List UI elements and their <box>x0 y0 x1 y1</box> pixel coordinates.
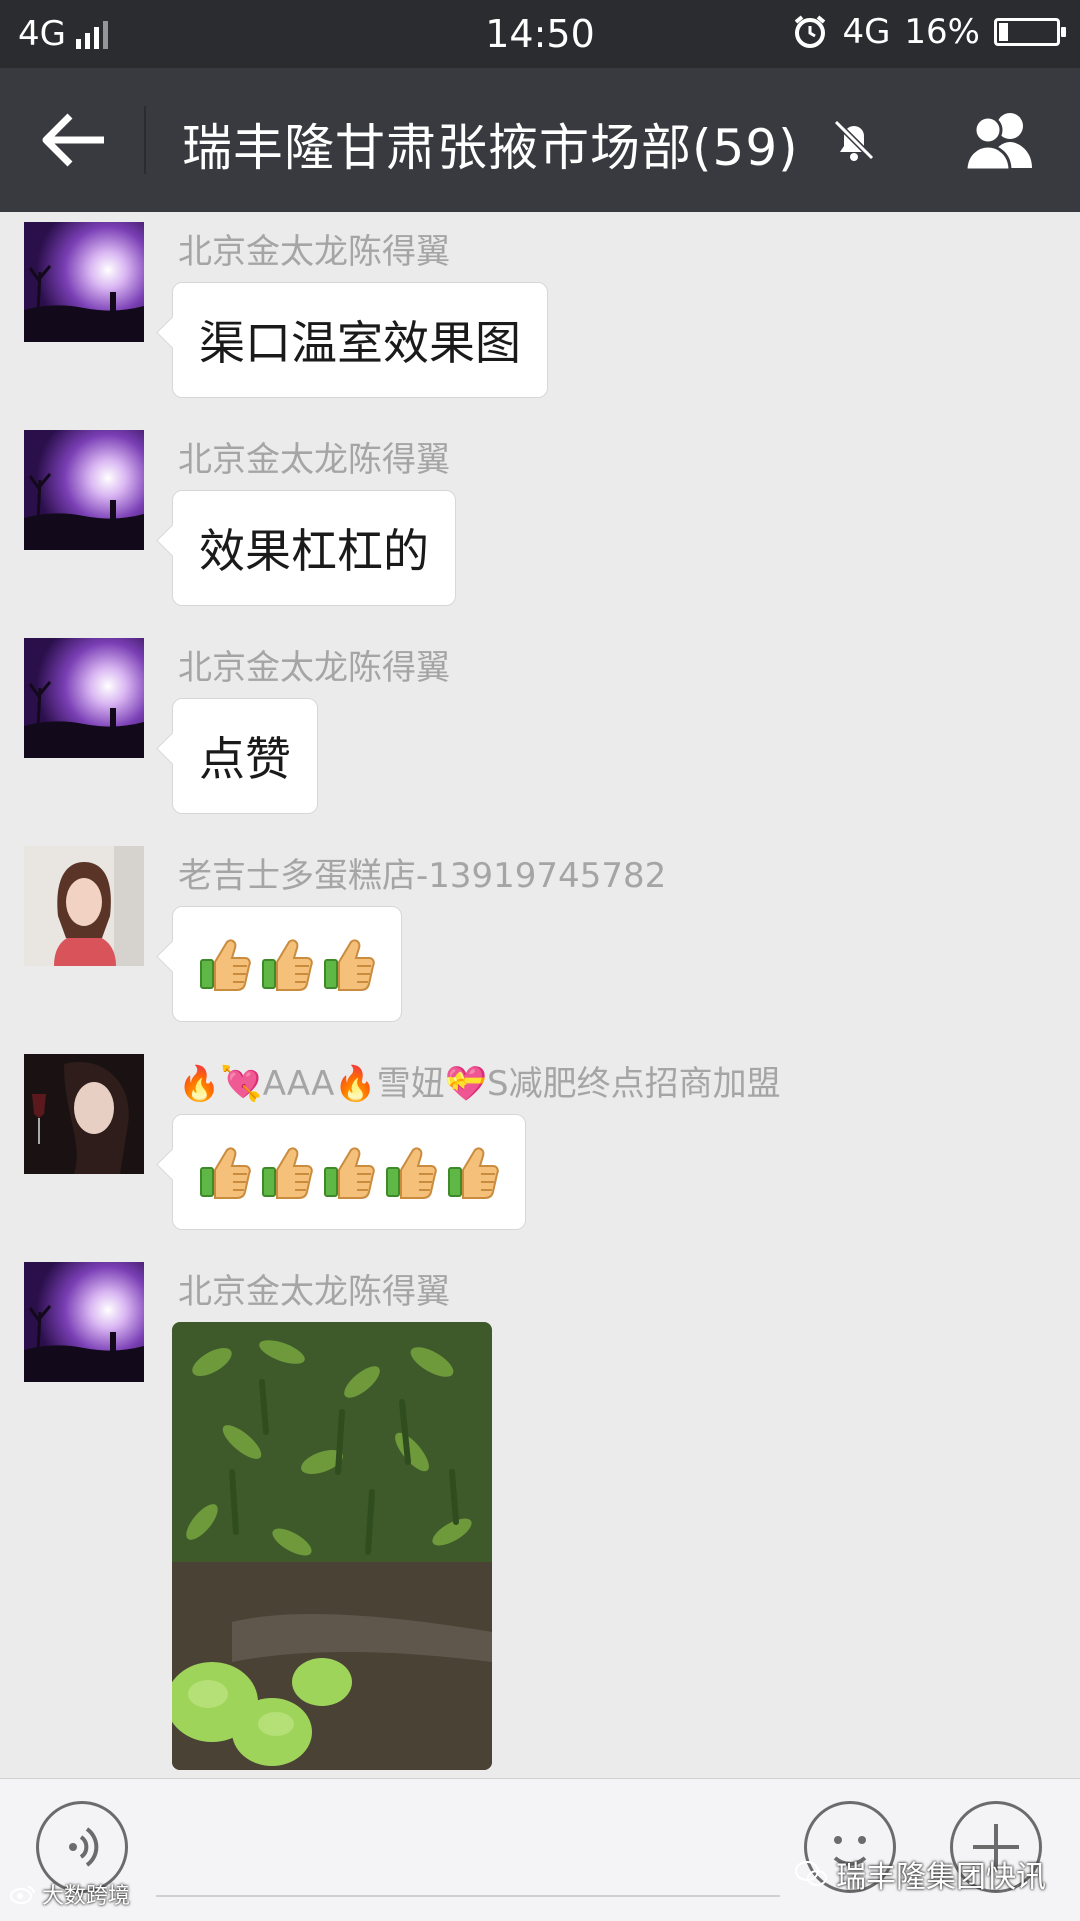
heart-arrow-emoji: 💘 <box>220 1064 263 1104</box>
gift-heart-emoji: 💝 <box>444 1064 488 1104</box>
woman-portrait-avatar[interactable] <box>24 846 144 966</box>
input-bar <box>0 1778 1080 1921</box>
watermark-left: 大数跨境 <box>10 1878 130 1910</box>
thumbs-up-row <box>199 936 375 992</box>
sender-name: 老吉士多蛋糕店-13919745782 <box>178 856 667 896</box>
sender-name: 北京金太龙陈得翼 <box>178 648 450 688</box>
message-bubble[interactable]: 渠口温室效果图 <box>172 282 548 398</box>
sender-name: 北京金太龙陈得翼 <box>178 232 450 272</box>
thumbs-up-icon <box>261 1144 313 1200</box>
message-bubble[interactable]: 效果杠杠的 <box>172 490 456 606</box>
watermark-left-text: 大数跨境 <box>42 1884 131 1909</box>
thumbs-up-icon <box>199 936 251 992</box>
thumbs-up-icon <box>261 936 313 992</box>
watermark-right: 瑞丰隆集团快讯 <box>794 1852 1046 1896</box>
network-label-right: 4G <box>842 12 891 52</box>
message-list[interactable]: 北京金太龙陈得翼 渠口温室效果图 北京金太龙陈得翼 效果杠杠的 北京金太龙陈得翼… <box>0 212 1080 1772</box>
thumbs-up-icon <box>385 1144 437 1200</box>
sender-name: 北京金太龙陈得翼 <box>178 440 450 480</box>
fire-emoji: 🔥 <box>178 1064 221 1104</box>
alarm-icon <box>795 15 826 48</box>
message-bubble[interactable] <box>172 906 402 1022</box>
sender-name: 北京金太龙陈得翼 <box>178 1272 450 1312</box>
message-bubble[interactable] <box>172 1114 526 1230</box>
weibo-logo-icon <box>10 1886 35 1904</box>
header-divider <box>144 106 146 174</box>
chat-header: 瑞丰隆甘肃张掖市场部(59) <box>0 68 1080 212</box>
message-input[interactable] <box>156 1895 780 1897</box>
night-sky-avatar[interactable] <box>24 1262 144 1382</box>
back-arrow-icon[interactable] <box>40 108 110 172</box>
wechat-logo-icon <box>795 1861 827 1886</box>
thumbs-up-icon <box>447 1144 499 1200</box>
status-right: 4G 16% <box>792 12 1066 52</box>
thumbs-up-icon <box>323 936 375 992</box>
night-sky-avatar[interactable] <box>24 430 144 550</box>
status-bar: 4G 14:50 4G 16% <box>0 0 1080 68</box>
thumbs-up-icon <box>323 1144 375 1200</box>
message-bubble[interactable]: 点赞 <box>172 698 318 814</box>
group-members-icon[interactable] <box>960 108 1040 170</box>
watermark-right-text: 瑞丰隆集团快讯 <box>836 1860 1046 1895</box>
night-sky-avatar[interactable] <box>24 222 144 342</box>
night-sky-avatar[interactable] <box>24 638 144 758</box>
thumbs-up-row <box>199 1144 499 1200</box>
sender-name: 🔥💘AAA🔥雪妞💝S减肥终点招商加盟 <box>178 1064 781 1104</box>
battery-fill <box>999 23 1008 41</box>
battery-icon <box>994 18 1066 46</box>
thumbs-up-icon <box>199 1144 251 1200</box>
woman-profile-avatar[interactable] <box>24 1054 144 1174</box>
chat-title: 瑞丰隆甘肃张掖市场部(59) <box>182 119 799 177</box>
fire-emoji: 🔥 <box>334 1064 377 1104</box>
battery-percent: 16% <box>904 12 980 52</box>
muted-bell-icon <box>833 119 875 161</box>
pepper-greenhouse-photo[interactable] <box>172 1322 492 1770</box>
